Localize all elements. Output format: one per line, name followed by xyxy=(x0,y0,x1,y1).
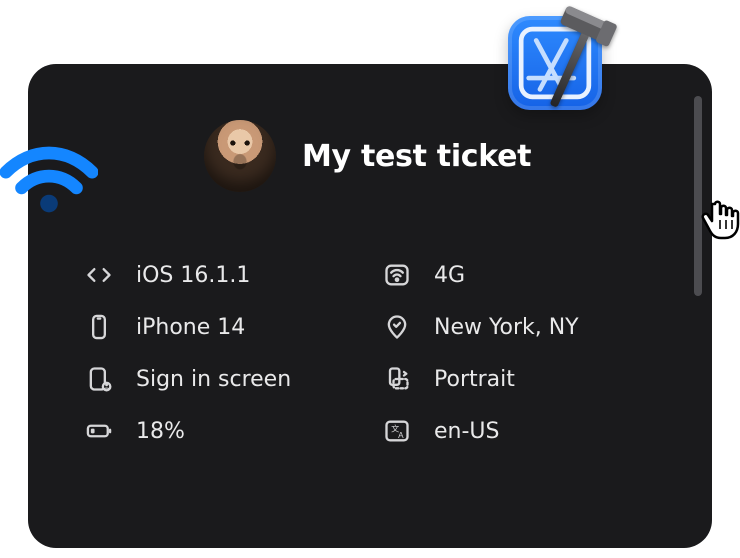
detail-battery-value: 18% xyxy=(136,419,185,444)
language-icon: 文A xyxy=(382,416,412,446)
orientation-icon xyxy=(382,364,412,394)
detail-device-value: iPhone 14 xyxy=(136,315,245,340)
detail-device: iPhone 14 xyxy=(84,312,358,342)
detail-screen: Sign in screen xyxy=(84,364,358,394)
ticket-card: My test ticket iOS 16.1.1 4G iPhone 14 xyxy=(28,64,712,548)
battery-icon xyxy=(84,416,114,446)
detail-orientation-value: Portrait xyxy=(434,367,515,392)
avatar xyxy=(204,120,276,192)
detail-location: New York, NY xyxy=(382,312,656,342)
xcode-app-icon xyxy=(500,8,610,118)
detail-network: 4G xyxy=(382,260,656,290)
detail-screen-value: Sign in screen xyxy=(136,367,291,392)
detail-orientation: Portrait xyxy=(382,364,656,394)
detail-network-value: 4G xyxy=(434,263,465,288)
detail-location-value: New York, NY xyxy=(434,315,579,340)
svg-text:A: A xyxy=(398,431,404,440)
detail-os-value: iOS 16.1.1 xyxy=(136,263,250,288)
signal-icon xyxy=(382,260,412,290)
detail-os: iOS 16.1.1 xyxy=(84,260,358,290)
detail-locale: 文A en-US xyxy=(382,416,656,446)
detail-locale-value: en-US xyxy=(434,419,499,444)
detail-battery: 18% xyxy=(84,416,358,446)
code-icon xyxy=(84,260,114,290)
screen-state-icon xyxy=(84,364,114,394)
wifi-icon xyxy=(0,144,98,216)
location-pin-icon xyxy=(382,312,412,342)
pointer-cursor-icon xyxy=(696,194,740,242)
ticket-title: My test ticket xyxy=(302,139,531,174)
details-grid: iOS 16.1.1 4G iPhone 14 New York, NY Sig xyxy=(84,260,656,446)
ticket-header: My test ticket xyxy=(204,120,656,192)
phone-icon xyxy=(84,312,114,342)
